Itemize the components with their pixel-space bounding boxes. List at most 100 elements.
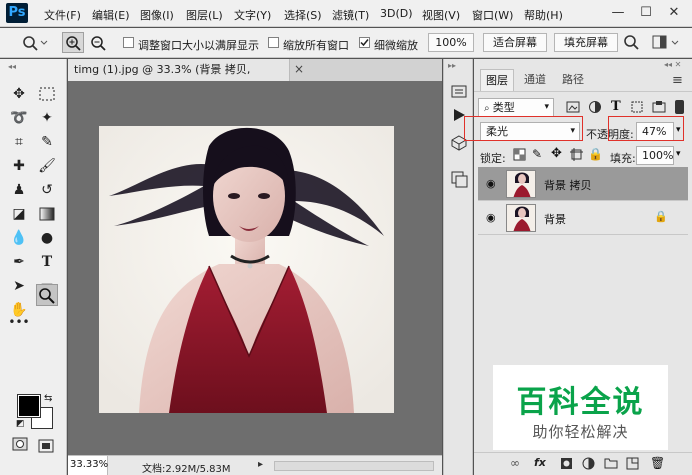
menu-file[interactable]: 文件(F): [44, 7, 81, 23]
menu-edit[interactable]: 编辑(E): [92, 7, 130, 23]
layer-name[interactable]: 背景 拷贝: [544, 177, 592, 193]
menu-view[interactable]: 视图(V): [422, 7, 460, 23]
menu-image[interactable]: 图像(I): [140, 7, 174, 23]
zoom-in-icon[interactable]: [62, 32, 84, 53]
layer-row-background[interactable]: ◉ 背景 🔒: [478, 201, 688, 235]
scrubby-zoom-checkbox[interactable]: [359, 37, 370, 48]
zoom-out-icon[interactable]: [88, 33, 108, 56]
maximize-button[interactable]: ☐: [636, 4, 656, 22]
search-icon[interactable]: [622, 33, 642, 56]
move-tool-icon[interactable]: ✥: [8, 83, 30, 105]
panel-collapse-icon[interactable]: ◂◂ ✕: [664, 60, 681, 69]
healing-brush-tool-icon[interactable]: ✚: [8, 155, 30, 177]
new-layer-icon[interactable]: [626, 457, 639, 473]
layer-thumbnail: [506, 170, 536, 198]
fill-input[interactable]: 100%: [636, 146, 674, 165]
menu-help[interactable]: 帮助(H): [524, 7, 563, 23]
menu-select[interactable]: 选择(S): [284, 7, 322, 23]
clone-stamp-tool-icon[interactable]: ♟: [8, 179, 30, 201]
eyedropper-tool-icon[interactable]: ✎: [36, 131, 58, 153]
close-button[interactable]: ✕: [664, 4, 684, 22]
layer-row-background-copy[interactable]: ◉ 背景 拷贝: [478, 167, 688, 201]
menu-filter[interactable]: 滤镜(T): [332, 7, 369, 23]
fill-slider-chevron-icon[interactable]: ▾: [676, 149, 681, 159]
visibility-eye-icon[interactable]: ◉: [486, 177, 496, 190]
horizontal-scrollbar[interactable]: [274, 461, 434, 471]
pen-tool-icon[interactable]: ✒: [8, 251, 30, 273]
zoom-tool-preset-icon[interactable]: [20, 33, 50, 56]
toolbar-collapse-icon[interactable]: ◂◂: [8, 62, 16, 71]
adjustment-icon[interactable]: [582, 457, 595, 473]
filter-adjustment-icon[interactable]: [588, 100, 602, 117]
menu-layer[interactable]: 图层(L): [186, 7, 223, 23]
fit-screen-button[interactable]: 适合屏幕: [483, 33, 547, 52]
lock-artboard-icon[interactable]: [570, 148, 583, 164]
menu-type[interactable]: 文字(Y): [234, 7, 271, 23]
zoom-tool-icon[interactable]: [36, 284, 58, 306]
tab-channels[interactable]: 通道: [518, 69, 552, 91]
foreground-color-swatch[interactable]: [17, 394, 41, 418]
lock-pixels-icon[interactable]: ✎: [532, 147, 542, 161]
fill-screen-button[interactable]: 填充屏幕: [554, 33, 618, 52]
history-panel-icon[interactable]: [451, 83, 467, 102]
link-icon[interactable]: ∞: [510, 456, 520, 470]
resize-windows-label: 调整窗口大小以满屏显示: [138, 39, 259, 52]
layer-filter-select[interactable]: ⌕ 类型 ▾: [478, 98, 554, 117]
history-brush-tool-icon[interactable]: ↺: [36, 179, 58, 201]
eraser-tool-icon[interactable]: ◪: [8, 203, 30, 225]
status-menu-icon[interactable]: ▸: [258, 459, 263, 470]
zoom-all-checkbox[interactable]: [268, 37, 279, 48]
screen-mode-icon[interactable]: [38, 439, 54, 456]
zoom-100-button[interactable]: 100%: [428, 33, 474, 52]
quick-mask-icon[interactable]: [12, 437, 28, 454]
workspace-icon[interactable]: [652, 34, 682, 55]
minimize-button[interactable]: —: [608, 4, 628, 22]
blur-tool-icon[interactable]: 💧: [8, 227, 30, 249]
layer-name[interactable]: 背景: [544, 211, 566, 227]
menu-window[interactable]: 窗口(W): [472, 7, 513, 23]
layer-lock-icon: 🔒: [654, 210, 668, 223]
dodge-tool-icon[interactable]: ●: [36, 227, 58, 249]
layer-filter-value: 类型: [492, 101, 515, 114]
watermark-badge: 百科全说 助你轻松解决: [493, 365, 668, 450]
zoom-all-label: 缩放所有窗口: [283, 39, 349, 52]
fill-label: 填充:: [610, 152, 636, 165]
document-tab[interactable]: timg (1).jpg @ 33.3% (背景 拷贝, RGB/8#) *: [68, 59, 290, 98]
lock-all-icon[interactable]: 🔒: [588, 147, 603, 161]
lock-transparent-icon[interactable]: [513, 148, 526, 164]
opacity-highlight: [608, 116, 684, 141]
magic-wand-tool-icon[interactable]: ✦: [36, 107, 58, 129]
mask-icon[interactable]: [560, 457, 573, 473]
marquee-tool-icon[interactable]: [36, 83, 58, 105]
filter-toggle-icon[interactable]: [675, 100, 684, 114]
gradient-tool-icon[interactable]: [36, 203, 58, 225]
filter-pixel-icon[interactable]: [566, 100, 580, 117]
tab-layers[interactable]: 图层: [480, 69, 514, 91]
crop-tool-icon[interactable]: ⌗: [8, 131, 30, 153]
layer-comps-icon[interactable]: [451, 171, 469, 192]
filter-type-icon[interactable]: T: [611, 99, 621, 114]
search-icon: ⌕: [484, 103, 493, 114]
more-tools-icon[interactable]: •••: [8, 311, 30, 333]
fx-icon[interactable]: fx: [534, 456, 546, 469]
lasso-tool-icon[interactable]: ➰: [8, 107, 30, 129]
default-colors-icon[interactable]: ◩: [16, 419, 25, 429]
strip-collapse-icon[interactable]: ▸▸: [448, 61, 456, 70]
swap-colors-icon[interactable]: ⇆: [44, 393, 52, 404]
tab-paths[interactable]: 路径: [556, 69, 590, 91]
path-selection-tool-icon[interactable]: ➤: [8, 275, 30, 297]
zoom-level-field[interactable]: 33.33%: [68, 456, 108, 475]
filter-shape-icon[interactable]: [630, 100, 644, 117]
resize-windows-checkbox[interactable]: [123, 37, 134, 48]
brush-tool-icon[interactable]: 🖌: [36, 155, 58, 177]
document-tab-close-icon[interactable]: ×: [294, 62, 304, 76]
menu-3d[interactable]: 3D(D): [380, 7, 413, 20]
folder-icon[interactable]: [604, 457, 618, 472]
filter-smart-object-icon[interactable]: [652, 100, 666, 117]
trash-icon[interactable]: 🗑: [650, 456, 665, 470]
panel-menu-icon[interactable]: ≡: [672, 73, 683, 88]
document-image[interactable]: [99, 126, 394, 413]
visibility-eye-icon[interactable]: ◉: [486, 211, 496, 224]
type-tool-icon[interactable]: T: [36, 251, 58, 273]
lock-position-icon[interactable]: ✥: [551, 146, 562, 161]
